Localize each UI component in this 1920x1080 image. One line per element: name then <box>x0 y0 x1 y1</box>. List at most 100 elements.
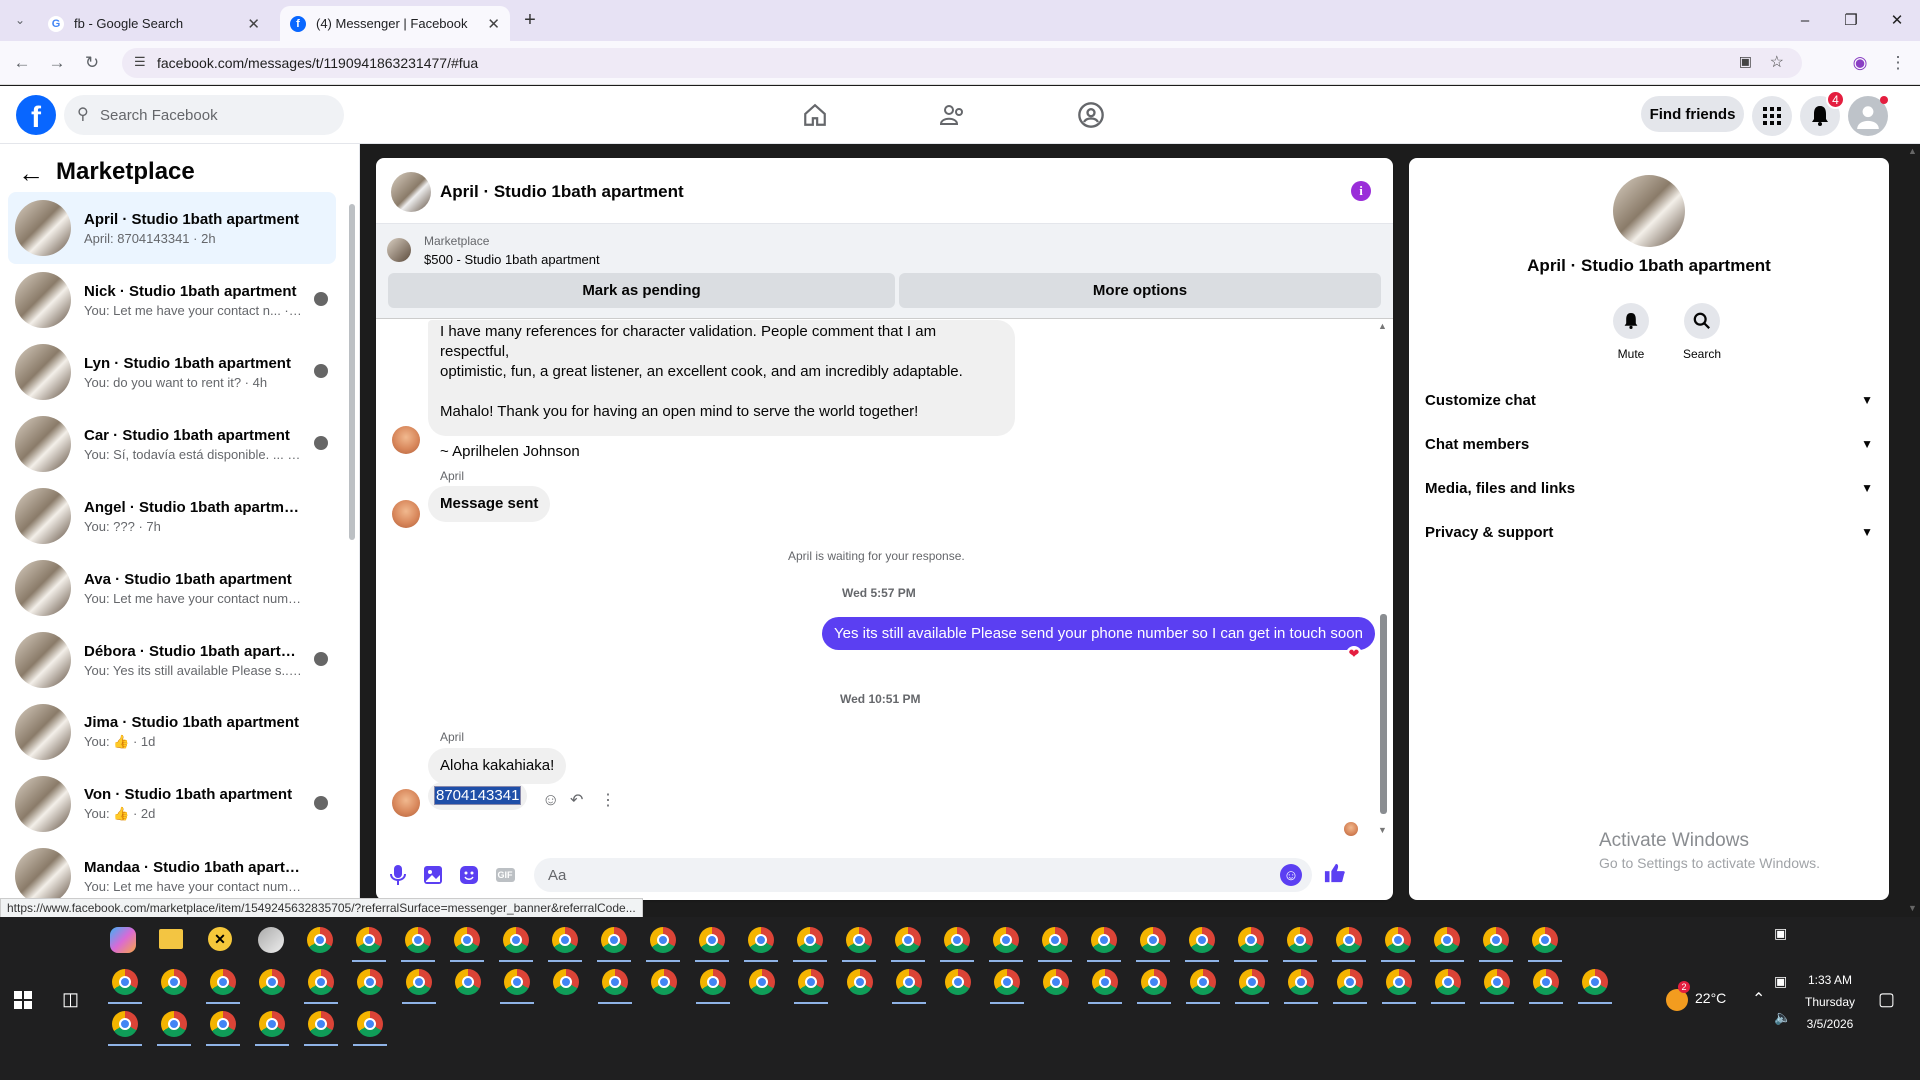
scroll-down-arrow[interactable]: ▼ <box>1378 825 1387 835</box>
chrome-window-icon[interactable] <box>308 969 334 995</box>
conversation-item[interactable]: Lyn · Studio 1bath apartment You: do you … <box>8 336 336 408</box>
menu-grid-icon[interactable] <box>1752 96 1792 136</box>
notification-center-icon[interactable]: ▢ <box>1878 989 1895 1010</box>
thumbs-up-icon[interactable] <box>1324 862 1346 884</box>
back-arrow-icon[interactable]: ← <box>18 158 44 189</box>
chrome-window-icon[interactable] <box>944 927 970 953</box>
chrome-window-icon[interactable] <box>1434 927 1460 953</box>
windows-start-icon[interactable] <box>14 991 32 1012</box>
chrome-window-icon[interactable] <box>798 969 824 995</box>
chrome-window-icon[interactable] <box>1043 969 1069 995</box>
bookmark-star-icon[interactable]: ☆ <box>1770 52 1784 72</box>
chrome-window-icon[interactable] <box>504 969 530 995</box>
scroll-up-arrow[interactable]: ▲ <box>1378 321 1387 331</box>
address-bar[interactable]: ☰ facebook.com/messages/t/11909418632314… <box>122 48 1802 78</box>
phone-number-selected[interactable]: 8704143341 <box>434 786 522 805</box>
chat-avatar[interactable] <box>391 172 431 212</box>
search-facebook-input[interactable]: ⚲ Search Facebook <box>64 95 344 135</box>
chrome-window-icon[interactable] <box>455 969 481 995</box>
microphone-icon[interactable] <box>387 864 409 886</box>
chrome-window-icon[interactable] <box>210 1011 236 1037</box>
search-in-chat-button[interactable]: Search <box>1672 303 1732 361</box>
chrome-window-icon[interactable] <box>454 927 480 953</box>
chrome-window-icon[interactable] <box>356 927 382 953</box>
page-scroll-up-arrow[interactable]: ▲ <box>1908 146 1917 156</box>
chrome-window-icon[interactable] <box>112 969 138 995</box>
tab-google-search[interactable]: G fb - Google Search ✕ <box>38 6 270 41</box>
april-avatar[interactable] <box>392 789 420 817</box>
show-hidden-icons-chevron[interactable]: ⌃ <box>1752 989 1765 1009</box>
react-emoji-icon[interactable]: ☺ <box>542 790 559 810</box>
restore-icon[interactable]: ❐ <box>1828 0 1874 40</box>
chrome-window-icon[interactable] <box>846 927 872 953</box>
april-avatar[interactable] <box>392 500 420 528</box>
chrome-window-icon[interactable] <box>1385 927 1411 953</box>
conversation-item[interactable]: Von · Studio 1bath apartment You: 👍 · 2d <box>8 768 336 840</box>
system-tray-icon[interactable]: ▣ <box>1774 925 1787 942</box>
chrome-window-icon[interactable] <box>1533 969 1559 995</box>
heart-reaction-icon[interactable]: ❤ <box>1346 646 1362 662</box>
account-avatar[interactable] <box>1848 96 1888 136</box>
chrome-window-icon[interactable] <box>161 969 187 995</box>
chrome-window-icon[interactable] <box>1386 969 1412 995</box>
chrome-window-icon[interactable] <box>749 969 775 995</box>
facebook-logo[interactable]: f <box>16 95 56 135</box>
volume-icon[interactable]: 🔈 <box>1774 1009 1791 1026</box>
sticker-icon[interactable] <box>458 864 480 886</box>
chrome-window-icon[interactable] <box>651 969 677 995</box>
conversation-item[interactable]: Nick · Studio 1bath apartment You: Let me… <box>8 264 336 336</box>
conversation-list-scrollbar[interactable] <box>349 204 355 540</box>
chrome-window-icon[interactable] <box>945 969 971 995</box>
marketplace-banner[interactable]: Marketplace $500 - Studio 1bath apartmen… <box>376 224 1393 319</box>
more-options-button[interactable]: More options <box>899 273 1381 308</box>
chrome-window-icon[interactable] <box>308 1011 334 1037</box>
chrome-window-icon[interactable] <box>1140 927 1166 953</box>
chrome-window-icon[interactable] <box>650 927 676 953</box>
chrome-window-icon[interactable] <box>210 969 236 995</box>
profile-name[interactable]: April · Studio 1bath apartment <box>1409 256 1889 276</box>
chrome-window-icon[interactable] <box>112 1011 138 1037</box>
chrome-window-icon[interactable] <box>1483 927 1509 953</box>
site-info-icon[interactable]: ☰ <box>134 54 146 70</box>
page-scroll-down-arrow[interactable]: ▼ <box>1908 903 1917 913</box>
notifications-bell-icon[interactable]: 4 <box>1800 90 1845 136</box>
chrome-window-icon[interactable] <box>993 927 1019 953</box>
emoji-icon[interactable]: ☺ <box>1280 864 1302 886</box>
chrome-window-icon[interactable] <box>552 927 578 953</box>
chrome-window-icon[interactable] <box>1092 969 1118 995</box>
chrome-window-icon[interactable] <box>406 969 432 995</box>
close-tab-icon[interactable]: ✕ <box>487 15 500 33</box>
chrome-window-icon[interactable] <box>1484 969 1510 995</box>
chrome-window-icon[interactable] <box>357 1011 383 1037</box>
chrome-window-icon[interactable] <box>161 1011 187 1037</box>
chrome-window-icon[interactable] <box>307 927 333 953</box>
chrome-window-icon[interactable] <box>259 969 285 995</box>
chrome-window-icon[interactable] <box>1288 969 1314 995</box>
conversation-item[interactable]: Jima · Studio 1bath apartment You: 👍 · 1d <box>8 696 336 768</box>
chrome-window-icon[interactable] <box>357 969 383 995</box>
menu-dots-icon[interactable]: ⋮ <box>1886 51 1910 75</box>
chrome-window-icon[interactable] <box>1190 969 1216 995</box>
chrome-window-icon[interactable] <box>1091 927 1117 953</box>
temperature[interactable]: 22°C <box>1695 990 1726 1006</box>
chrome-window-icon[interactable] <box>994 969 1020 995</box>
friends-icon[interactable] <box>938 100 968 130</box>
chrome-window-icon[interactable] <box>405 927 431 953</box>
groups-icon[interactable] <box>1076 100 1106 130</box>
profile-avatar[interactable] <box>1613 175 1685 247</box>
chat-title[interactable]: April · Studio 1bath apartment <box>440 182 684 202</box>
network-icon[interactable]: ▣ <box>1774 973 1787 990</box>
banner-listing[interactable]: $500 - Studio 1bath apartment <box>424 252 600 267</box>
gif-icon[interactable]: GIF <box>494 864 516 886</box>
chrome-window-icon[interactable] <box>1532 927 1558 953</box>
conversation-item[interactable]: Car · Studio 1bath apartment You: Sí, tod… <box>8 408 336 480</box>
more-actions-icon[interactable]: ⋮ <box>600 790 616 810</box>
tab-list-chevron-icon[interactable]: ⌄ <box>8 8 32 32</box>
chrome-window-icon[interactable] <box>895 927 921 953</box>
chrome-window-icon[interactable] <box>1238 927 1264 953</box>
profile-icon[interactable]: ◉ <box>1848 51 1872 75</box>
chrome-window-icon[interactable] <box>1189 927 1215 953</box>
new-tab-icon[interactable]: + <box>518 8 542 32</box>
info-icon[interactable]: i <box>1351 181 1371 201</box>
conversation-item[interactable]: Angel · Studio 1bath apartment You: ??? ·… <box>8 480 336 552</box>
